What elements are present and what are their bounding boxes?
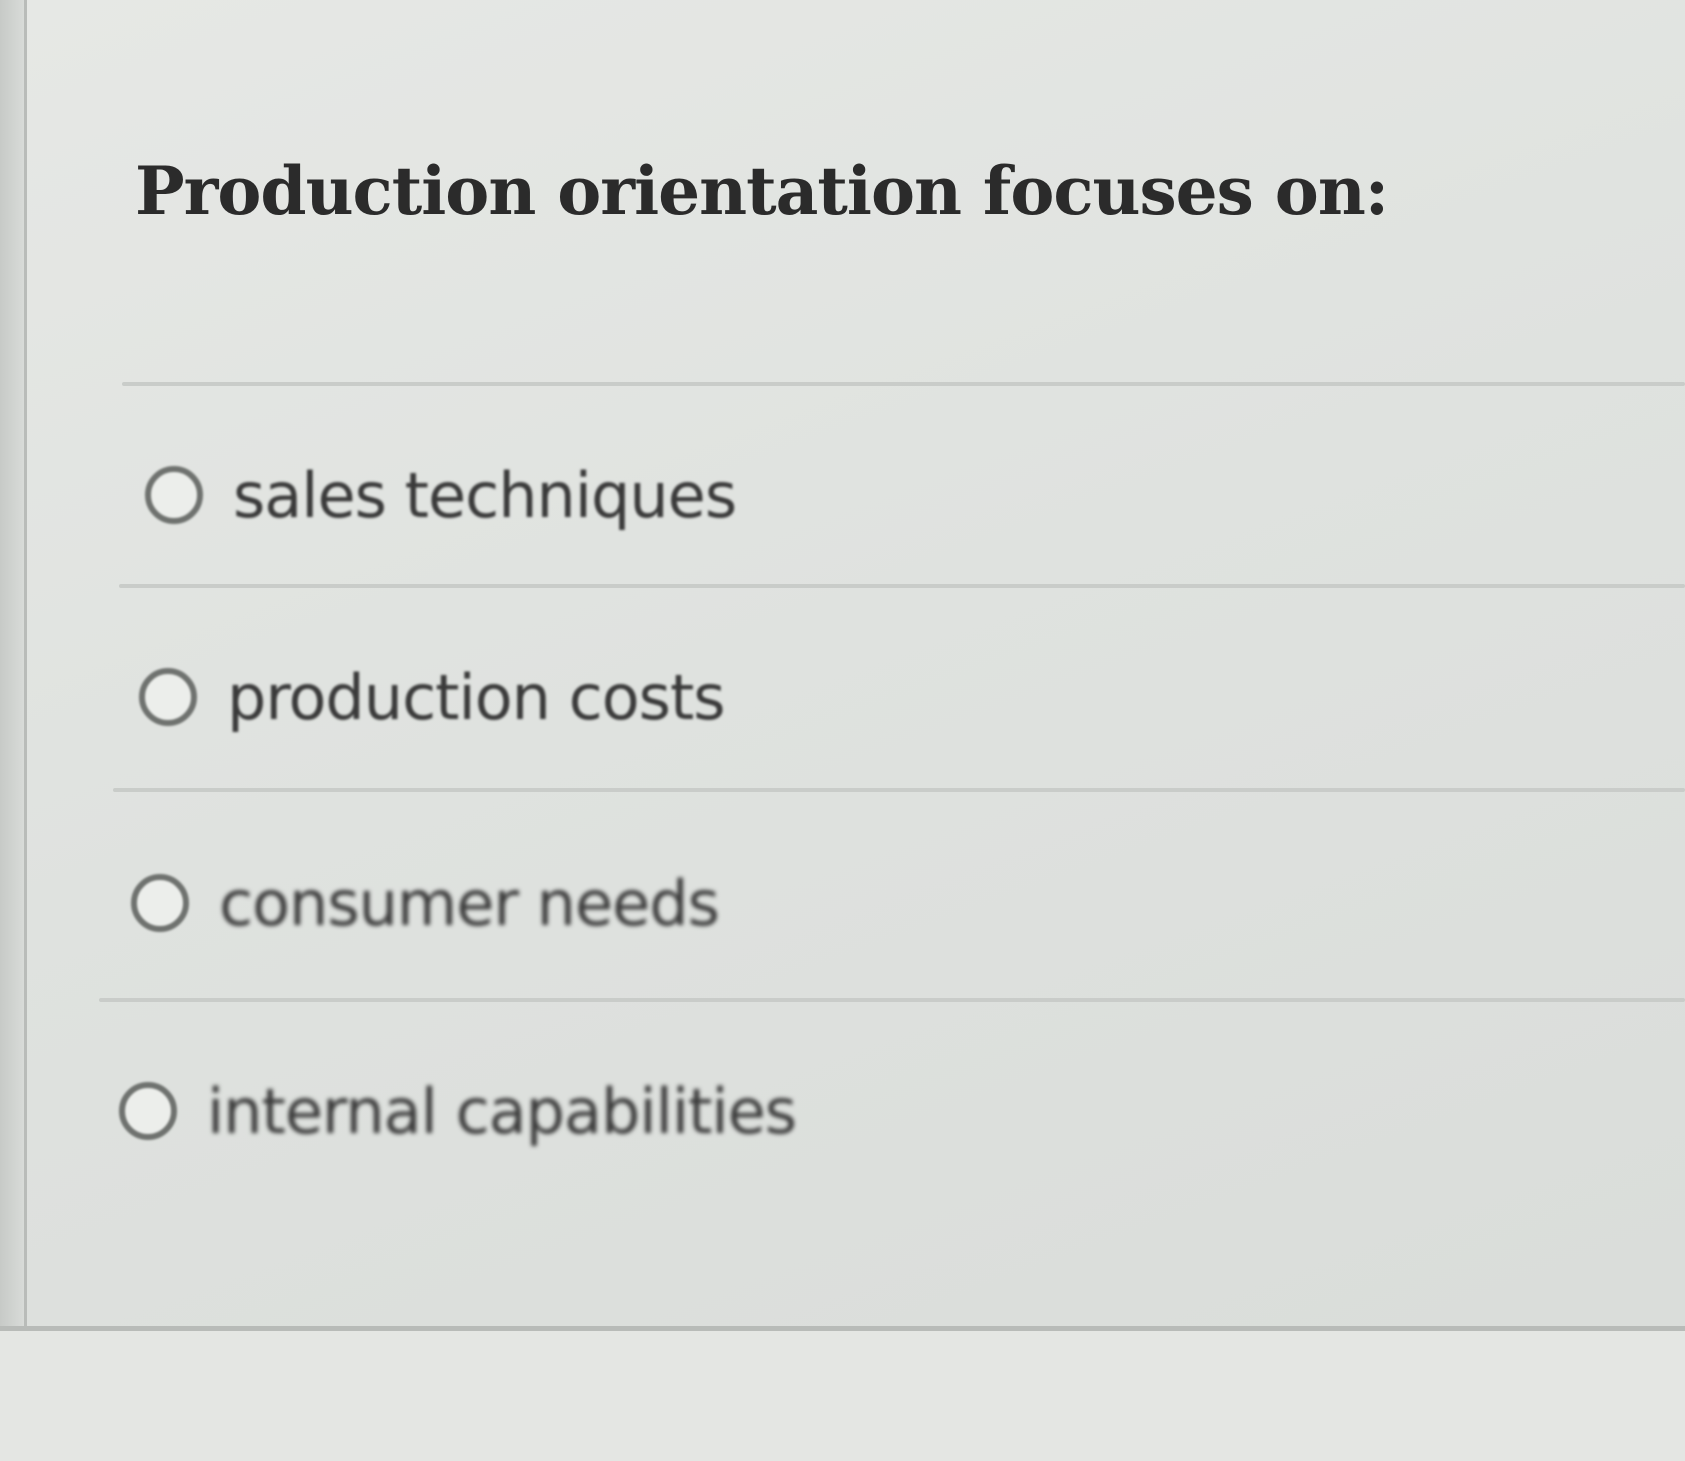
radio-unchecked-icon[interactable] — [139, 668, 197, 726]
option-label: production costs — [227, 660, 726, 734]
below-card-area — [0, 1331, 1685, 1461]
radio-unchecked-icon[interactable] — [119, 1082, 177, 1140]
option-label: consumer needs — [219, 866, 720, 940]
radio-unchecked-icon[interactable] — [145, 466, 203, 524]
divider-option-1 — [119, 584, 1685, 588]
question-text: Production orientation focuses on: — [135, 152, 1389, 230]
radio-unchecked-icon[interactable] — [131, 874, 189, 932]
option-sales-techniques[interactable]: sales techniques — [145, 440, 737, 550]
option-label: internal capabilities — [207, 1074, 797, 1148]
page-left-edge — [0, 0, 24, 1461]
question-card: Production orientation focuses on: sales… — [27, 0, 1685, 1330]
divider-top — [122, 382, 1685, 386]
option-production-costs[interactable]: production costs — [139, 642, 726, 752]
option-label: sales techniques — [233, 458, 737, 532]
divider-option-2 — [113, 788, 1685, 792]
option-internal-capabilities[interactable]: internal capabilities — [119, 1056, 797, 1166]
option-consumer-needs[interactable]: consumer needs — [131, 848, 720, 958]
divider-option-3 — [99, 998, 1685, 1002]
